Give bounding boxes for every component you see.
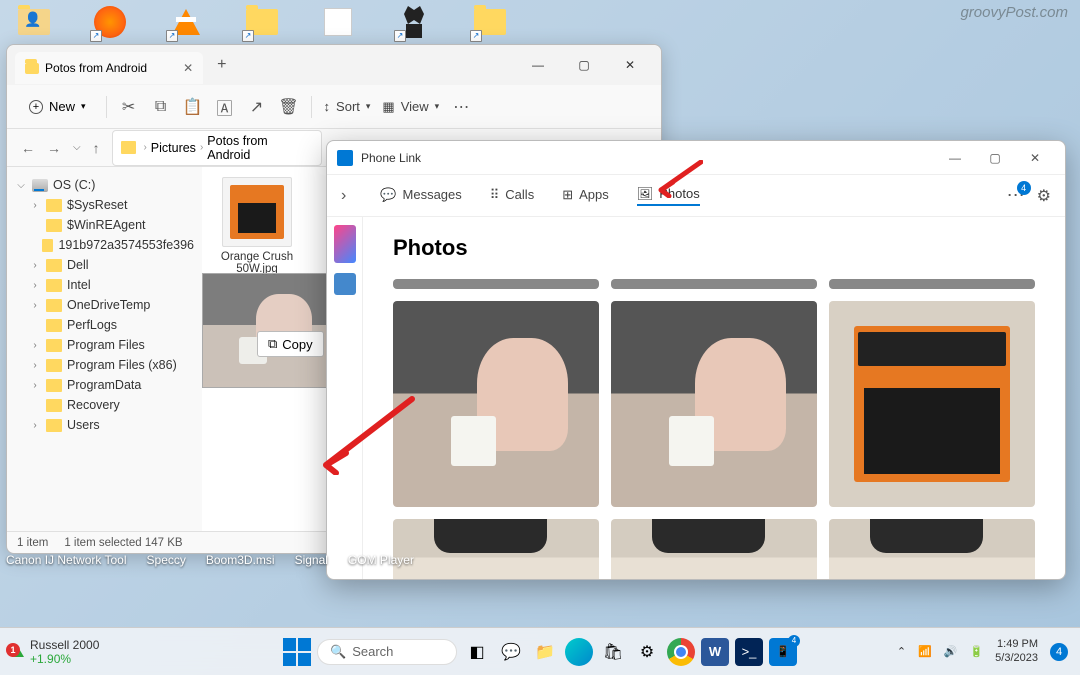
copy-icon[interactable]: ⧉ xyxy=(151,97,171,117)
desktop-icon-user-folder[interactable] xyxy=(14,2,54,42)
tray-wifi-icon[interactable]: 📶 xyxy=(918,645,932,658)
close-button[interactable]: ✕ xyxy=(607,49,653,81)
tree-item[interactable]: $WinREAgent xyxy=(11,215,198,235)
file-thumbnail[interactable]: Orange Crush 50W.jpg xyxy=(212,177,302,275)
watermark: groovyPost.com xyxy=(960,4,1068,21)
desktop-icon-foobar[interactable]: ↗ xyxy=(394,2,434,42)
sidebar-thumb[interactable] xyxy=(334,225,356,263)
maximize-button[interactable]: ▢ xyxy=(561,49,607,81)
nav-up-icon[interactable]: ↑ xyxy=(93,140,100,156)
photo-thumbnail[interactable] xyxy=(829,279,1035,289)
minimize-button[interactable]: — xyxy=(935,144,975,172)
phonelink-window: Phone Link — ▢ ✕ › 💬 Messages ⠿ Calls ⊞ … xyxy=(326,140,1066,580)
tree-item[interactable]: ›OneDriveTemp xyxy=(11,295,198,315)
photo-thumbnail[interactable] xyxy=(611,301,817,507)
desktop-icon-folder2[interactable]: ↗ xyxy=(470,2,510,42)
explorer-tab[interactable]: Potos from Android ✕ xyxy=(15,52,203,84)
taskbar-widget-stocks[interactable]: 1 Russell 2000 +1.90% xyxy=(12,638,99,666)
back-icon[interactable]: › xyxy=(341,187,346,205)
copy-tooltip: ⧉ Copy xyxy=(257,331,324,357)
delete-icon[interactable]: 🗑 xyxy=(279,97,299,117)
photo-thumbnail[interactable] xyxy=(611,279,817,289)
taskbar-icon-edge[interactable] xyxy=(565,638,593,666)
taskbar-icon-chat[interactable]: 💬 xyxy=(497,638,525,666)
tray-chevron-icon[interactable]: ⌃ xyxy=(897,645,906,658)
view-button[interactable]: ▦ View ▾ xyxy=(382,99,439,115)
tray-volume-icon[interactable]: 🔊 xyxy=(944,645,958,658)
tree-item[interactable]: ›Program Files xyxy=(11,335,198,355)
explorer-tab-title: Potos from Android xyxy=(45,61,147,75)
tab-close-icon[interactable]: ✕ xyxy=(183,61,193,75)
breadcrumb[interactable]: › Pictures › Potos from Android xyxy=(112,130,322,166)
minimize-button[interactable]: — xyxy=(515,49,561,81)
notifications-icon[interactable]: ⋯4 xyxy=(1007,185,1025,206)
taskbar: 1 Russell 2000 +1.90% 🔍 Search ◧ 💬 📁 🛍 ⚙… xyxy=(0,627,1080,675)
taskbar-search[interactable]: 🔍 Search xyxy=(317,639,457,665)
phonelink-title: Phone Link xyxy=(361,151,421,165)
nav-up-icon[interactable]: ⌵ xyxy=(73,142,81,153)
nav-back-icon[interactable]: ← xyxy=(21,140,35,156)
tree-item[interactable]: ›Users xyxy=(11,415,198,435)
taskbar-clock[interactable]: 1:49 PM 5/3/2023 xyxy=(995,638,1038,664)
desktop-label[interactable]: GOM Player xyxy=(348,553,414,567)
desktop-icon-folder1[interactable]: ↗ xyxy=(242,2,282,42)
taskbar-icon-settings[interactable]: ⚙ xyxy=(633,638,661,666)
desktop-icon-vlc[interactable]: ↗ xyxy=(166,2,206,42)
taskbar-icon-chrome[interactable] xyxy=(667,638,695,666)
desktop-label[interactable]: Canon IJ Network Tool xyxy=(6,553,127,567)
desktop-icon-window[interactable] xyxy=(318,2,358,42)
tab-photos[interactable]: 🖼 Photos xyxy=(637,186,700,206)
nav-forward-icon[interactable]: → xyxy=(47,140,61,156)
cut-icon[interactable]: ✂ xyxy=(119,97,139,117)
photo-thumbnail[interactable] xyxy=(393,279,599,289)
photo-thumbnail[interactable] xyxy=(829,301,1035,507)
tree-item[interactable]: ›ProgramData xyxy=(11,375,198,395)
photo-thumbnail[interactable] xyxy=(393,301,599,507)
new-tab-button[interactable]: + xyxy=(217,56,226,74)
desktop-icon-firefox[interactable]: ↗ xyxy=(90,2,130,42)
tab-apps[interactable]: ⊞ Apps xyxy=(562,187,609,205)
rename-icon[interactable]: 🄰 xyxy=(215,97,235,117)
new-button[interactable]: +New▾ xyxy=(21,95,94,118)
photo-thumbnail[interactable] xyxy=(393,519,599,579)
tree-item[interactable]: ›$SysReset xyxy=(11,195,198,215)
notification-count[interactable]: 4 xyxy=(1050,643,1068,661)
share-icon[interactable]: ↗ xyxy=(247,97,267,117)
desktop-label[interactable]: Boom3D.msi xyxy=(206,553,275,567)
taskbar-icon-terminal[interactable]: >_ xyxy=(735,638,763,666)
desktop-label[interactable]: Signal xyxy=(295,553,328,567)
paste-icon[interactable]: 📋 xyxy=(183,97,203,117)
page-heading: Photos xyxy=(393,235,1035,261)
desktop-label[interactable]: Speccy xyxy=(147,553,186,567)
tree-item[interactable]: ›Dell xyxy=(11,255,198,275)
tree-item[interactable]: Recovery xyxy=(11,395,198,415)
photo-thumbnail[interactable] xyxy=(829,519,1035,579)
photo-thumbnail[interactable] xyxy=(611,519,817,579)
taskbar-icon-store[interactable]: 🛍 xyxy=(599,638,627,666)
settings-icon[interactable]: ⚙ xyxy=(1037,186,1051,206)
sort-button[interactable]: ↕ Sort ▾ xyxy=(324,99,371,114)
tray-battery-icon[interactable]: 🔋 xyxy=(969,645,983,658)
tree-item[interactable]: ›Intel xyxy=(11,275,198,295)
tree-item[interactable]: PerfLogs xyxy=(11,315,198,335)
taskbar-icon-phonelink[interactable]: 📱4 xyxy=(769,638,797,666)
tree-drive[interactable]: ⌵OS (C:) xyxy=(11,175,198,195)
close-button[interactable]: ✕ xyxy=(1015,144,1055,172)
taskbar-icon-explorer[interactable]: 📁 xyxy=(531,638,559,666)
tab-calls[interactable]: ⠿ Calls xyxy=(490,187,534,205)
sidebar-thumb[interactable] xyxy=(334,273,356,295)
phonelink-icon xyxy=(337,150,353,166)
file-name: Orange Crush xyxy=(212,251,302,263)
breadcrumb-level1[interactable]: Pictures xyxy=(151,141,196,155)
maximize-button[interactable]: ▢ xyxy=(975,144,1015,172)
tree-item[interactable]: 191b972a3574553fe396 xyxy=(11,235,198,255)
tab-messages[interactable]: 💬 Messages xyxy=(380,187,461,205)
breadcrumb-level2[interactable]: Potos from Android xyxy=(207,134,312,162)
start-button[interactable] xyxy=(283,638,311,666)
tree-item[interactable]: ›Program Files (x86) xyxy=(11,355,198,375)
folder-tree[interactable]: ⌵OS (C:) ›$SysReset $WinREAgent 191b972a… xyxy=(7,167,202,531)
taskbar-icon-taskview[interactable]: ◧ xyxy=(463,638,491,666)
more-icon[interactable]: ⋯ xyxy=(451,97,471,117)
taskbar-icon-word[interactable]: W xyxy=(701,638,729,666)
